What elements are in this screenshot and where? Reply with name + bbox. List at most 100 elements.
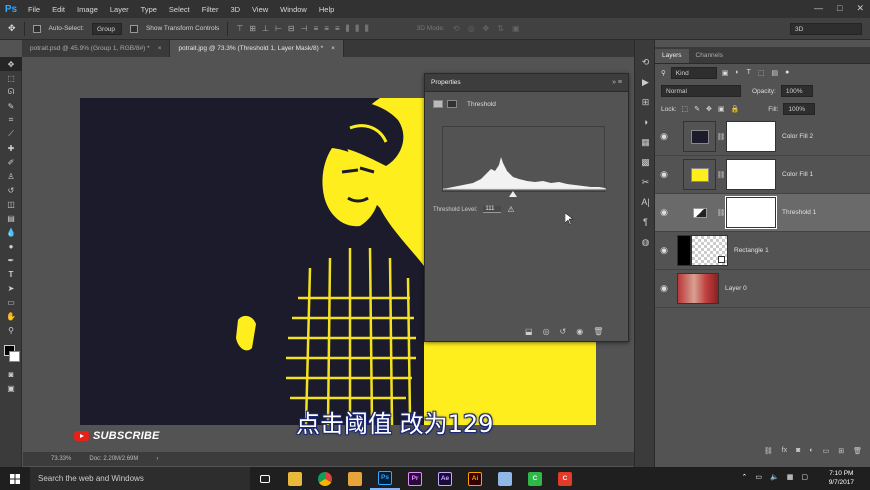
chain-link-icon[interactable]: ⛓ xyxy=(716,133,726,141)
scale-3d-icon[interactable]: ▣ xyxy=(512,24,520,33)
minimize-button[interactable]: — xyxy=(814,3,823,14)
move-tool-icon[interactable]: ✥ xyxy=(0,57,22,71)
vector-mask-thumbnail[interactable] xyxy=(691,235,728,266)
shape-tool-icon[interactable]: ▭ xyxy=(0,295,22,309)
taskbar-notepad[interactable] xyxy=(490,467,520,490)
menu-layer[interactable]: Layer xyxy=(104,5,135,14)
slide-3d-icon[interactable]: ⇅ xyxy=(497,24,504,33)
threshold-level-input[interactable]: 111 xyxy=(483,206,502,213)
type-tool-icon[interactable]: T xyxy=(0,267,22,281)
visibility-eye-icon[interactable]: ◉ xyxy=(655,131,673,142)
background-color-swatch[interactable] xyxy=(9,351,20,362)
maximize-button[interactable]: □ xyxy=(837,3,842,14)
gradient-tool-icon[interactable]: ▤ xyxy=(0,211,22,225)
filter-shape-icon[interactable]: ⬚ xyxy=(758,69,765,77)
layer-name[interactable]: Color Fill 1 xyxy=(782,171,813,178)
menu-edit[interactable]: Edit xyxy=(46,5,71,14)
character-icon[interactable]: A| xyxy=(635,192,656,212)
new-layer-icon[interactable]: ⊞ xyxy=(838,447,844,461)
align-top-icon[interactable]: ⊤ xyxy=(236,24,243,34)
layer-style-icon[interactable]: fx xyxy=(782,447,787,461)
screen-mode-icon[interactable]: ▣ xyxy=(0,381,22,395)
filter-type-icon[interactable]: T xyxy=(747,69,751,77)
tab-close-icon[interactable]: × xyxy=(158,45,162,52)
stamp-tool-icon[interactable]: ♙ xyxy=(0,169,22,183)
layer-mask-thumbnail[interactable] xyxy=(725,196,777,229)
actions-icon[interactable]: ▶ xyxy=(635,72,656,92)
threshold-histogram[interactable] xyxy=(442,126,606,192)
visibility-eye-icon[interactable]: ◉ xyxy=(655,169,673,180)
distribute-icon[interactable]: ⫼ xyxy=(346,24,350,34)
libraries-icon[interactable]: ◍ xyxy=(635,232,656,252)
align-left-icon[interactable]: ⊢ xyxy=(275,24,282,34)
layer-rectangle-1[interactable]: ◉ Rectangle 1 xyxy=(655,232,870,270)
start-button[interactable] xyxy=(0,467,30,490)
menu-file[interactable]: File xyxy=(22,5,46,14)
lock-pixels-icon[interactable]: ✎ xyxy=(694,105,700,113)
brush-presets-icon[interactable]: ✂ xyxy=(635,172,656,192)
new-group-icon[interactable]: ▭ xyxy=(823,447,830,461)
taskbar-photoshop[interactable]: Ps xyxy=(370,467,400,490)
filter-toggle-icon[interactable]: ● xyxy=(785,69,789,77)
layer-layer-0[interactable]: ◉ Layer 0 xyxy=(655,270,870,308)
roll-3d-icon[interactable]: ◎ xyxy=(468,24,475,33)
reset-icon[interactable]: ↺ xyxy=(560,327,567,336)
align-hcenter-icon[interactable]: ⊟ xyxy=(288,24,295,34)
lock-transparency-icon[interactable]: ⬚ xyxy=(682,105,689,113)
network-icon[interactable]: ▦ xyxy=(787,473,794,481)
properties-icon[interactable]: ⊞ xyxy=(635,92,656,112)
transform-controls-checkbox[interactable] xyxy=(129,24,138,33)
opacity-input[interactable]: 100% xyxy=(780,85,813,97)
distribute-icon[interactable]: ⫼ xyxy=(365,24,369,34)
menu-window[interactable]: Window xyxy=(274,5,313,14)
lasso-tool-icon[interactable]: ᘏ xyxy=(0,85,22,99)
lock-all-icon[interactable]: 🔒 xyxy=(731,105,740,113)
menu-type[interactable]: Type xyxy=(135,5,163,14)
status-menu-arrow[interactable]: › xyxy=(156,456,158,462)
align-right-icon[interactable]: ⊣ xyxy=(301,24,308,34)
quick-select-tool-icon[interactable]: ✎ xyxy=(0,99,22,113)
swatches-icon[interactable]: ▩ xyxy=(635,152,656,172)
visibility-icon[interactable]: ◉ xyxy=(576,327,583,336)
tab-channels[interactable]: Channels xyxy=(689,49,730,63)
new-adjustment-icon[interactable]: ◐ xyxy=(809,447,813,461)
layer-name[interactable]: Color Fill 2 xyxy=(782,133,813,140)
tab-potrait-psd[interactable]: potrait.psd @ 45.9% (Group 1, RGB/8#) * … xyxy=(22,40,171,57)
layer-filter-dropdown[interactable]: Kind xyxy=(670,67,717,79)
path-select-tool-icon[interactable]: ➤ xyxy=(0,281,22,295)
menu-filter[interactable]: Filter xyxy=(196,5,225,14)
tab-close-icon[interactable]: × xyxy=(331,45,335,52)
taskbar-folder[interactable] xyxy=(340,467,370,490)
task-view-button[interactable] xyxy=(250,467,280,490)
layer-name[interactable]: Layer 0 xyxy=(725,285,747,292)
taskbar-file-explorer[interactable] xyxy=(280,467,310,490)
color-swatches[interactable] xyxy=(0,345,21,367)
auto-select-checkbox[interactable] xyxy=(32,24,41,33)
history-icon[interactable]: ⟲ xyxy=(635,52,656,72)
clip-to-layer-icon[interactable]: ⬓ xyxy=(525,327,533,336)
eraser-tool-icon[interactable]: ◫ xyxy=(0,197,22,211)
zoom-tool-icon[interactable]: ⚲ xyxy=(0,323,22,337)
auto-select-dropdown[interactable]: Group xyxy=(91,22,122,35)
taskbar-clock[interactable]: 7:10 PM 9/7/2017 xyxy=(829,469,854,487)
brush-tool-icon[interactable]: ✐ xyxy=(0,155,22,169)
notifications-icon[interactable]: ▢ xyxy=(801,473,808,481)
pen-tool-icon[interactable]: ✒ xyxy=(0,253,22,267)
taskbar-after-effects[interactable]: Ae xyxy=(430,467,460,490)
blur-tool-icon[interactable]: 💧 xyxy=(0,225,22,239)
eyedropper-tool-icon[interactable]: ⟋ xyxy=(0,127,22,141)
paragraph-icon[interactable]: ¶ xyxy=(635,212,656,232)
taskbar-illustrator[interactable]: Ai xyxy=(460,467,490,490)
layer-threshold-1[interactable]: ◉ ⛓ Threshold 1 xyxy=(655,194,870,232)
filter-smart-icon[interactable]: ▤ xyxy=(772,69,779,77)
layer-color-fill-2[interactable]: ◉ ⛓ Color Fill 2 xyxy=(655,118,870,156)
filter-adjustment-icon[interactable]: ◐ xyxy=(735,69,739,77)
menu-image[interactable]: Image xyxy=(71,5,104,14)
move-tool-icon[interactable]: ✥ xyxy=(8,23,16,34)
workspace-dropdown[interactable]: 3D xyxy=(790,22,862,35)
distribute-icon[interactable]: ⫼ xyxy=(355,24,359,34)
marquee-tool-icon[interactable]: ⬚ xyxy=(0,71,22,85)
menu-view[interactable]: View xyxy=(246,5,274,14)
taskbar-search[interactable]: Search the web and Windows xyxy=(30,467,250,490)
battery-icon[interactable]: ▭ xyxy=(755,473,762,481)
